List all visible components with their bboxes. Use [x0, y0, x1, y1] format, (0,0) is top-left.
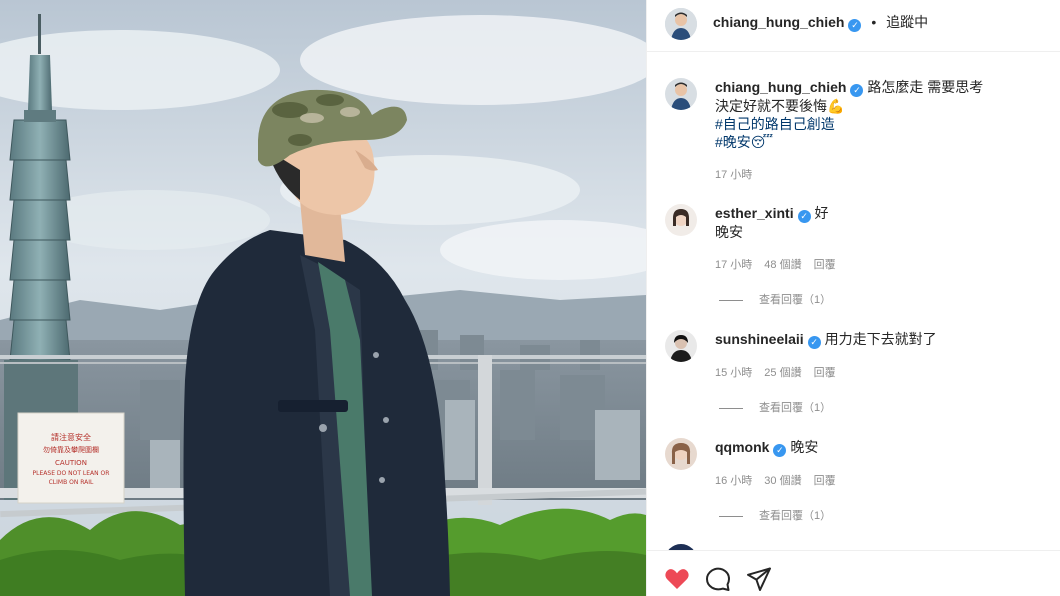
view-replies-label: 查看回覆（1）	[759, 510, 832, 522]
comment-meta: 17 小時 48 個讚 回覆	[715, 256, 848, 272]
verified-badge-icon: ✓	[807, 336, 821, 349]
post-photo[interactable]: 請注意安全 勿倚靠及攀爬圍欄 CAUTION PLEASE DO NOT LEA…	[0, 0, 646, 596]
comment-text: sunshineelaii ✓ 用力走下去就對了	[715, 330, 1045, 349]
action-bar	[647, 550, 1060, 596]
commenter-avatar[interactable]	[665, 204, 697, 236]
comment-text: esther_xinti ✓ 好 晚安	[715, 204, 1045, 241]
verified-badge-icon: ✓	[797, 210, 811, 223]
post-header: chiang_hung_chieh ✓ • 追蹤中	[647, 0, 1060, 52]
comment-body-line-2: 晚安	[715, 224, 743, 240]
reply-button[interactable]: 回覆	[814, 367, 836, 379]
comment-meta: 16 小時 30 個讚 回覆	[715, 472, 848, 488]
comment-body: 用力走下去就對了	[824, 331, 937, 347]
comment-likes[interactable]: 25 個讚	[764, 367, 801, 379]
comment-icon[interactable]	[704, 565, 732, 593]
comment-time[interactable]: 16 小時	[715, 475, 752, 487]
reply-line	[719, 407, 743, 409]
commenter-avatar[interactable]	[665, 438, 697, 470]
sign-text-1: 請注意安全	[51, 432, 91, 442]
view-replies-label: 查看回覆（1）	[759, 294, 832, 306]
sign-text-2: 勿倚靠及攀爬圍欄	[43, 445, 99, 454]
commenter-username[interactable]: sunshineelaii	[715, 331, 804, 347]
author-avatar[interactable]	[665, 8, 697, 40]
view-replies-label: 查看回覆（1）	[759, 402, 832, 414]
view-replies-button[interactable]: 查看回覆（1）	[719, 399, 831, 415]
sign-text-4: PLEASE DO NOT LEAN OR	[33, 470, 110, 477]
caption-time[interactable]: 17 小時	[715, 169, 752, 181]
author-username[interactable]: chiang_hung_chieh	[713, 14, 844, 30]
comment-likes[interactable]: 30 個讚	[764, 475, 801, 487]
reply-line	[719, 515, 743, 517]
caption-line-2: 決定好就不要後悔💪	[715, 98, 845, 114]
follow-status-button[interactable]: 追蹤中	[886, 14, 928, 30]
reply-line	[719, 299, 743, 301]
caption-text: chiang_hung_chieh ✓ 路怎麼走 需要思考 決定好就不要後悔💪 #…	[715, 78, 1045, 151]
commenter-username[interactable]: qqmonk	[715, 439, 769, 455]
separator-dot: •	[871, 14, 877, 30]
comment-time[interactable]: 15 小時	[715, 367, 752, 379]
caption-author-avatar[interactable]	[665, 78, 697, 110]
header-row: chiang_hung_chieh ✓ • 追蹤中	[713, 12, 928, 32]
caption-meta: 17 小時	[715, 166, 764, 182]
caption-username[interactable]: chiang_hung_chieh	[715, 79, 846, 95]
comment-body: 晚安	[790, 439, 819, 455]
verified-badge-icon: ✓	[848, 19, 862, 32]
comments-list[interactable]: chiang_hung_chieh ✓ 路怎麼走 需要思考 決定好就不要後悔💪 #…	[647, 56, 1060, 550]
reply-button[interactable]: 回覆	[814, 259, 836, 271]
post-sidebar: chiang_hung_chieh ✓ • 追蹤中 chiang_hung_chi…	[646, 0, 1060, 596]
commenter-username[interactable]: esther_xinti	[715, 205, 794, 221]
commenter-avatar[interactable]	[665, 330, 697, 362]
comment-time[interactable]: 17 小時	[715, 259, 752, 271]
sign-text-3: CAUTION	[55, 459, 87, 467]
view-replies-button[interactable]: 查看回覆（1）	[719, 507, 831, 523]
sign-text-5: CLIMB ON RAIL	[49, 479, 94, 486]
comment-body: 好	[814, 205, 829, 221]
verified-badge-icon: ✓	[773, 444, 787, 457]
comment-text: qqmonk ✓ 晚安	[715, 438, 1045, 457]
comment-likes[interactable]: 48 個讚	[764, 259, 801, 271]
hashtag-link[interactable]: #自己的路自己創造	[715, 115, 1045, 133]
share-icon[interactable]	[745, 565, 773, 593]
reply-button[interactable]: 回覆	[814, 475, 836, 487]
verified-badge-icon: ✓	[850, 84, 864, 97]
view-replies-button[interactable]: 查看回覆（1）	[719, 291, 831, 307]
photo-illustration: 請注意安全 勿倚靠及攀爬圍欄 CAUTION PLEASE DO NOT LEA…	[0, 0, 646, 596]
hashtag-link[interactable]: #晚安😴	[715, 133, 1045, 151]
comment-meta: 15 小時 25 個讚 回覆	[715, 364, 848, 380]
caption-line-1: 路怎麼走 需要思考	[867, 79, 984, 95]
heart-icon[interactable]	[663, 565, 691, 593]
